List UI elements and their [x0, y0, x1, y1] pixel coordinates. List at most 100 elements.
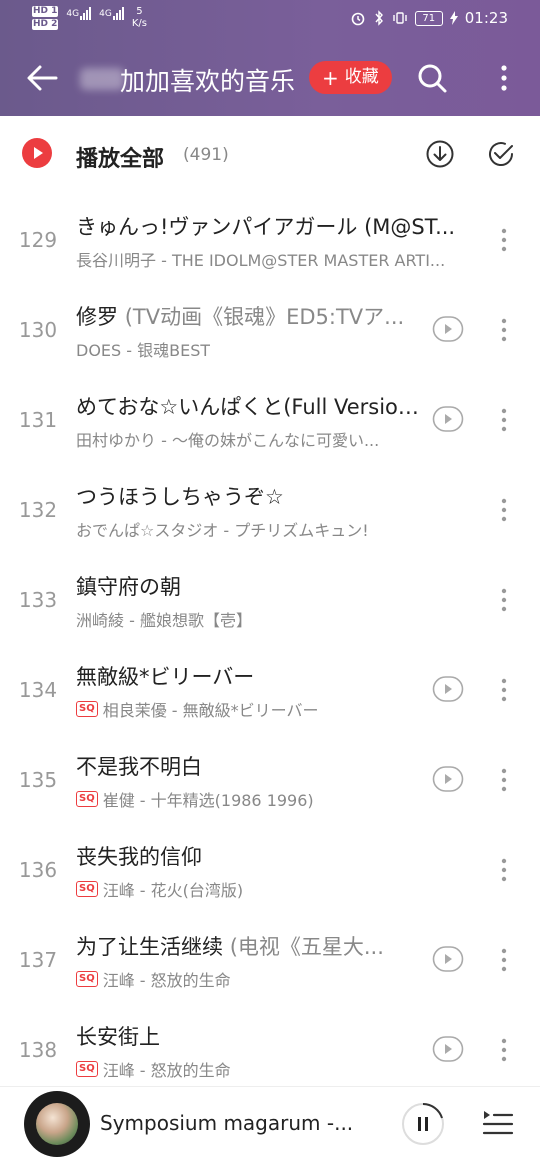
song-title: 长安街上 — [76, 1025, 160, 1049]
status-right: 71 01:23 — [350, 9, 508, 27]
sq-badge: SQ — [76, 701, 98, 717]
more-vertical-icon[interactable] — [492, 405, 516, 435]
more-vertical-icon[interactable] — [492, 585, 516, 615]
now-playing-title[interactable]: Symposium magarum -... — [100, 1111, 353, 1135]
vibrate-icon — [393, 12, 407, 24]
song-row[interactable]: 136 丧失我的信仰 SQ 汪峰 - 花火(台湾版) — [0, 825, 540, 915]
mini-player[interactable]: Symposium magarum -... — [0, 1086, 540, 1170]
net1-label: 4G — [66, 9, 80, 19]
song-row[interactable]: 133 鎮守府の朝 洲崎綾 - 艦娘想歌【壱】 — [0, 555, 540, 645]
more-vertical-icon[interactable] — [492, 225, 516, 255]
multi-select-icon[interactable] — [485, 138, 517, 170]
playlist-queue-icon[interactable] — [480, 1105, 516, 1141]
song-meta: 長谷川明子 - THE IDOLM@STER MASTER ARTI... — [76, 251, 446, 270]
more-vertical-icon[interactable] — [492, 495, 516, 525]
collect-label: 收藏 — [344, 67, 379, 87]
play-all-label[interactable]: 播放全部 — [76, 141, 164, 173]
song-index: 130 — [18, 318, 58, 342]
mv-play-icon[interactable] — [432, 765, 464, 793]
song-meta: SQ 汪峰 - 怒放的生命 — [76, 1057, 424, 1081]
signal-icon — [80, 6, 92, 20]
more-vertical-icon[interactable] — [492, 1035, 516, 1065]
net2-label: 4G — [99, 9, 112, 19]
sq-badge: SQ — [76, 971, 98, 987]
song-index: 129 — [18, 228, 58, 252]
battery-icon: 71 — [414, 10, 443, 26]
collect-button[interactable]: + 收藏 — [309, 61, 392, 94]
clock: 01:23 — [464, 9, 508, 27]
net-speed-unit: K/s — [131, 18, 147, 29]
song-row[interactable]: 129 きゅんっ!ヴァンパイアガール (M@ST... 長谷川明子 - THE … — [0, 195, 540, 285]
album-cover[interactable] — [24, 1091, 90, 1157]
mv-play-icon[interactable] — [432, 315, 464, 343]
song-title: 丧失我的信仰 — [76, 845, 202, 869]
mv-play-icon[interactable] — [432, 1035, 464, 1063]
song-count: (491) — [183, 145, 229, 165]
song-meta: SQ 相良茉優 - 無敵級*ビリーバー — [76, 697, 424, 721]
mv-play-icon[interactable] — [432, 675, 464, 703]
status-left: HD 1 HD 2 4G 4G 5 K/s — [32, 6, 147, 30]
search-icon[interactable] — [414, 60, 450, 96]
song-index: 137 — [18, 948, 58, 972]
song-index: 135 — [18, 768, 58, 792]
song-meta: 洲崎綾 - 艦娘想歌【壱】 — [76, 611, 252, 630]
song-row[interactable]: 132 つうほうしちゃうぞ☆ おでんぱ☆スタジオ - プチリズムキュン! — [0, 465, 540, 555]
song-meta: おでんぱ☆スタジオ - プチリズムキュン! — [76, 521, 369, 540]
pause-icon[interactable] — [400, 1101, 446, 1147]
song-meta: SQ 汪峰 - 花火(台湾版) — [76, 877, 476, 901]
hd2-label: HD 2 — [32, 19, 59, 30]
more-vertical-icon[interactable] — [492, 945, 516, 975]
title-blur — [80, 68, 124, 90]
song-index: 133 — [18, 588, 58, 612]
alarm-icon — [351, 12, 365, 26]
more-vertical-icon[interactable] — [492, 675, 516, 705]
song-title: つうほうしちゃうぞ☆ — [76, 485, 284, 509]
mv-play-icon[interactable] — [432, 405, 464, 433]
sq-badge: SQ — [76, 881, 98, 897]
play-all-bar[interactable]: 播放全部 (491) — [0, 116, 540, 192]
download-icon[interactable] — [424, 138, 456, 170]
more-vertical-icon[interactable] — [492, 855, 516, 885]
song-meta: DOES - 银魂BEST — [76, 341, 211, 360]
more-vertical-icon[interactable] — [492, 765, 516, 795]
sq-badge: SQ — [76, 1061, 98, 1077]
song-index: 132 — [18, 498, 58, 522]
song-title: きゅんっ!ヴァンパイアガール (M@ST... — [76, 215, 456, 239]
more-vertical-icon[interactable] — [492, 60, 516, 96]
song-title: 为了让生活继续 (电视《五星大... — [76, 935, 384, 959]
song-index: 131 — [18, 408, 58, 432]
playlist-title: 加加喜欢的音乐 — [120, 67, 296, 96]
song-row[interactable]: 138 长安街上 SQ 汪峰 - 怒放的生命 — [0, 1005, 540, 1095]
song-row[interactable]: 131 めておな☆いんぱくと(Full Version.) 田村ゆかり - ～俺… — [0, 375, 540, 465]
charging-icon — [449, 11, 458, 25]
bluetooth-icon — [375, 10, 383, 26]
more-vertical-icon[interactable] — [492, 315, 516, 345]
song-title: めておな☆いんぱくと(Full Version.) — [76, 395, 424, 419]
song-title: 修罗 (TV动画《银魂》ED5:TVア... — [76, 305, 405, 329]
song-meta: SQ 汪峰 - 怒放的生命 — [76, 967, 424, 991]
song-row[interactable]: 137 为了让生活继续 (电视《五星大... SQ 汪峰 - 怒放的生命 — [0, 915, 540, 1005]
back-arrow-icon[interactable] — [22, 58, 62, 98]
song-row[interactable]: 130 修罗 (TV动画《银魂》ED5:TVア... DOES - 银魂BEST — [0, 285, 540, 375]
song-subtitle: (TV动画《银魂》ED5:TVア... — [124, 305, 405, 329]
song-meta: 田村ゆかり - ～俺の妹がこんなに可愛い... — [76, 431, 380, 450]
song-index: 136 — [18, 858, 58, 882]
status-bar: HD 1 HD 2 4G 4G 5 K/s 71 01:23 — [0, 0, 540, 38]
song-index: 138 — [18, 1038, 58, 1062]
album-art — [36, 1103, 78, 1145]
song-title: 無敵級*ビリーバー — [76, 665, 255, 689]
mv-play-icon[interactable] — [432, 945, 464, 973]
song-title: 鎮守府の朝 — [76, 575, 181, 599]
play-circle-icon[interactable] — [22, 138, 52, 168]
hd1-label: HD 1 — [32, 6, 59, 17]
plus-icon: + — [322, 65, 339, 90]
battery-level: 71 — [422, 12, 436, 24]
song-row[interactable]: 135 不是我不明白 SQ 崔健 - 十年精选(1986 1996) — [0, 735, 540, 825]
signal-icon — [112, 6, 124, 20]
song-row[interactable]: 134 無敵級*ビリーバー SQ 相良茉優 - 無敵級*ビリーバー — [0, 645, 540, 735]
song-title: 不是我不明白 — [76, 755, 202, 779]
song-index: 134 — [18, 678, 58, 702]
song-list: 129 きゅんっ!ヴァンパイアガール (M@ST... 長谷川明子 - THE … — [0, 195, 540, 1095]
song-subtitle: (电视《五星大... — [229, 935, 384, 959]
net-speed-value: 5 — [136, 6, 143, 17]
